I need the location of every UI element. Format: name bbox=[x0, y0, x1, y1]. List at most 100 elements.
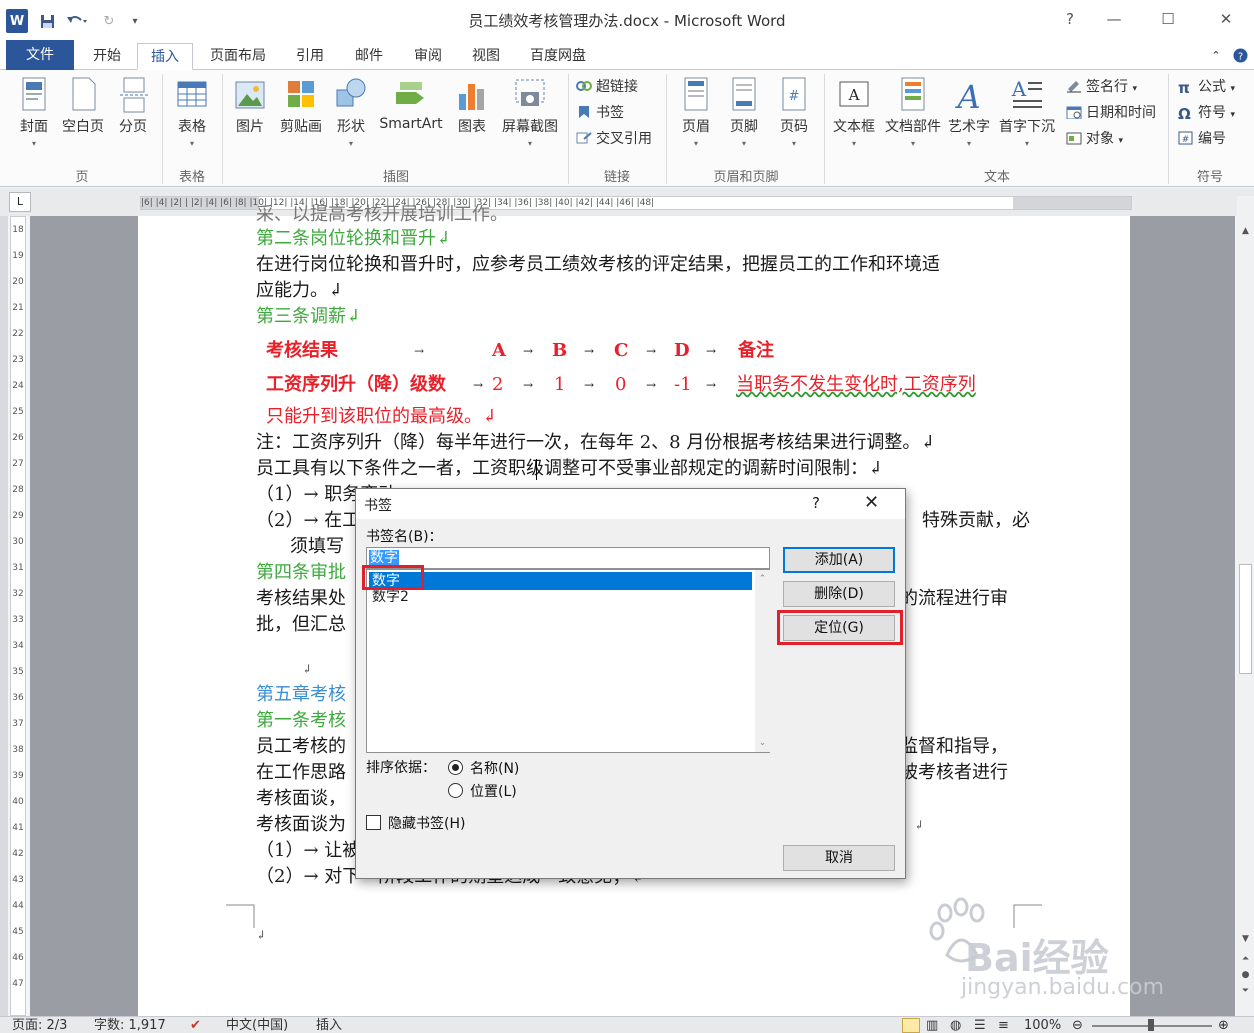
numbering-button[interactable]: # 编号 bbox=[1178, 128, 1226, 150]
tab-home[interactable]: 开始 bbox=[80, 43, 134, 70]
tab-selector[interactable]: L bbox=[9, 192, 31, 212]
drop-cap-button[interactable]: A 首字下沉 ▾ bbox=[996, 76, 1058, 148]
dialog-close-icon[interactable]: ✕ bbox=[864, 492, 879, 513]
outline-view-icon[interactable]: ☰ bbox=[974, 1017, 986, 1033]
symbol-button[interactable]: Ω 符号 ▾ bbox=[1178, 102, 1235, 124]
pi-icon: π bbox=[1178, 79, 1190, 97]
proofing-icon[interactable]: ✔ bbox=[190, 1017, 201, 1033]
draft-view-icon[interactable]: ≡ bbox=[998, 1017, 1009, 1033]
previous-page-icon[interactable]: ⏶ bbox=[1239, 952, 1252, 966]
status-page[interactable]: 页面: 2/3 bbox=[12, 1017, 67, 1033]
signature-line-button[interactable]: 签名行 ▾ bbox=[1066, 76, 1137, 98]
smartart-button[interactable]: SmartArt bbox=[376, 76, 446, 132]
vertical-scrollbar[interactable]: ▲ ▼ ⏶ ● ⏷ bbox=[1237, 196, 1254, 1016]
list-scroll-down-icon[interactable]: ⌄ bbox=[755, 736, 770, 750]
doc-paragraph: 应能力。↲ bbox=[256, 280, 344, 301]
browse-object-icon[interactable]: ● bbox=[1239, 968, 1252, 982]
cover-page-button[interactable]: 封面 ▾ bbox=[14, 76, 54, 148]
add-button[interactable]: 添加(A) bbox=[783, 547, 895, 573]
drop-cap-label: 首字下沉 bbox=[999, 119, 1055, 135]
page-break-button[interactable]: 分页 bbox=[114, 76, 152, 136]
table-cell: -1 bbox=[674, 374, 692, 395]
shapes-button[interactable]: 形状 ▾ bbox=[332, 76, 370, 148]
clip-art-button[interactable]: 剪贴画 bbox=[278, 76, 324, 136]
chart-button[interactable]: 图表 bbox=[452, 76, 492, 136]
sort-by-name-label[interactable]: 名称(N) bbox=[470, 758, 519, 778]
footer-button[interactable]: 页脚 ▾ bbox=[724, 76, 764, 148]
cross-reference-icon bbox=[576, 130, 592, 144]
text-box-button[interactable]: A 文本框 ▾ bbox=[830, 76, 878, 148]
hyperlink-button[interactable]: 超链接 bbox=[576, 76, 638, 98]
maximize-button[interactable]: ☐ bbox=[1148, 6, 1188, 32]
tab-review[interactable]: 审阅 bbox=[400, 43, 456, 70]
help-circle-icon[interactable]: ? bbox=[1230, 43, 1250, 70]
group-text-label: 文本 bbox=[983, 170, 1010, 185]
scroll-down-arrow-icon[interactable]: ▼ bbox=[1239, 932, 1252, 946]
scroll-up-arrow-icon[interactable]: ▲ bbox=[1239, 224, 1252, 238]
minimize-ribbon-icon[interactable]: ⌃ bbox=[1206, 43, 1226, 70]
screenshot-button[interactable]: 屏幕截图 ▾ bbox=[498, 76, 562, 148]
table-button[interactable]: 表格 ▾ bbox=[172, 76, 212, 148]
next-page-icon[interactable]: ⏷ bbox=[1239, 984, 1252, 998]
page-number-button[interactable]: # 页码 ▾ bbox=[774, 76, 814, 148]
doc-chapter-heading: 第五章考核 bbox=[256, 684, 346, 705]
tab-mailings[interactable]: 邮件 bbox=[341, 43, 397, 70]
vertical-ruler-tick: 23 bbox=[12, 355, 24, 365]
full-screen-reading-icon[interactable]: ▥ bbox=[926, 1017, 938, 1033]
web-layout-icon[interactable]: ◍ bbox=[950, 1017, 961, 1033]
page-break-label: 分页 bbox=[119, 119, 147, 135]
vertical-ruler[interactable]: 18 19 20 21 22 23 24 25 26 27 28 29 30 31 32 33 34 35 36 37… bbox=[10, 216, 26, 1016]
blank-page-button[interactable]: 空白页 bbox=[60, 76, 106, 136]
sort-by-location-radio[interactable] bbox=[448, 783, 463, 798]
tab-file[interactable]: 文件 bbox=[6, 40, 74, 70]
close-button[interactable]: ✕ bbox=[1206, 6, 1246, 32]
help-icon[interactable]: ? bbox=[1050, 6, 1090, 32]
scrollbar-thumb[interactable] bbox=[1239, 564, 1252, 674]
print-layout-view-icon[interactable] bbox=[902, 1018, 920, 1033]
cancel-button[interactable]: 取消 bbox=[783, 845, 895, 871]
status-insert-mode[interactable]: 插入 bbox=[316, 1017, 342, 1033]
bookmark-list-scrollbar[interactable]: ⌃ ⌄ bbox=[755, 570, 770, 752]
sort-by-location-label[interactable]: 位置(L) bbox=[470, 781, 517, 801]
vertical-ruler-tick: 45 bbox=[12, 927, 24, 937]
tab-view[interactable]: 视图 bbox=[458, 43, 514, 70]
sort-by-name-radio[interactable] bbox=[448, 760, 463, 775]
tab-references[interactable]: 引用 bbox=[282, 43, 338, 70]
picture-button[interactable]: 图片 bbox=[230, 76, 270, 136]
bookmark-name-input[interactable]: 数字 bbox=[366, 547, 770, 569]
hidden-bookmarks-checkbox[interactable] bbox=[366, 815, 381, 830]
list-scroll-up-icon[interactable]: ⌃ bbox=[755, 572, 770, 586]
header-button[interactable]: 页眉 ▾ bbox=[676, 76, 716, 148]
zoom-out-icon[interactable]: ⊖ bbox=[1072, 1017, 1083, 1033]
table-header-cell: C bbox=[614, 340, 629, 361]
cover-page-label: 封面 bbox=[20, 119, 48, 135]
cross-reference-button[interactable]: 交叉引用 bbox=[576, 128, 652, 150]
vertical-ruler-tick: 35 bbox=[12, 667, 24, 677]
vertical-ruler-tick: 31 bbox=[12, 563, 24, 573]
tab-baidu-netdisk[interactable]: 百度网盘 bbox=[518, 43, 598, 70]
status-language[interactable]: 中文(中国) bbox=[226, 1017, 288, 1033]
quick-parts-button[interactable]: 文档部件 ▾ bbox=[882, 76, 944, 148]
delete-button[interactable]: 删除(D) bbox=[783, 581, 895, 607]
vertical-ruler-tick: 28 bbox=[12, 485, 24, 495]
watermark-brand: Bai经验 bbox=[965, 936, 1109, 980]
zoom-slider-thumb[interactable] bbox=[1148, 1019, 1154, 1031]
tab-page-layout[interactable]: 页面布局 bbox=[198, 43, 278, 70]
title-bar: W ↻ ▾ 员工绩效考核管理办法.docx - Microsoft Word ?… bbox=[0, 0, 1254, 40]
status-word-count[interactable]: 字数: 1,917 bbox=[94, 1017, 166, 1033]
equation-button[interactable]: π 公式 ▾ bbox=[1178, 76, 1235, 98]
date-time-button[interactable]: 日期和时间 bbox=[1066, 102, 1156, 124]
hidden-bookmarks-label[interactable]: 隐藏书签(H) bbox=[388, 813, 465, 833]
tab-insert[interactable]: 插入 bbox=[137, 43, 193, 70]
zoom-in-icon[interactable]: ⊕ bbox=[1218, 1017, 1229, 1033]
zoom-level[interactable]: 100% bbox=[1024, 1017, 1061, 1033]
minimize-button[interactable]: — bbox=[1094, 6, 1134, 32]
bookmark-list[interactable]: 数字 数字2 ⌃ ⌄ bbox=[366, 569, 770, 753]
object-button[interactable]: 对象 ▾ bbox=[1066, 128, 1123, 150]
bookmark-button[interactable]: 书签 bbox=[576, 102, 624, 124]
shapes-icon bbox=[334, 76, 368, 114]
dialog-help-icon[interactable]: ? bbox=[812, 494, 820, 512]
dialog-title-bar[interactable]: 书签 ? ✕ bbox=[356, 489, 905, 519]
wordart-button[interactable]: A 艺术字 ▾ bbox=[946, 76, 992, 148]
bookmark-list-item[interactable]: 数字2 bbox=[369, 588, 752, 606]
